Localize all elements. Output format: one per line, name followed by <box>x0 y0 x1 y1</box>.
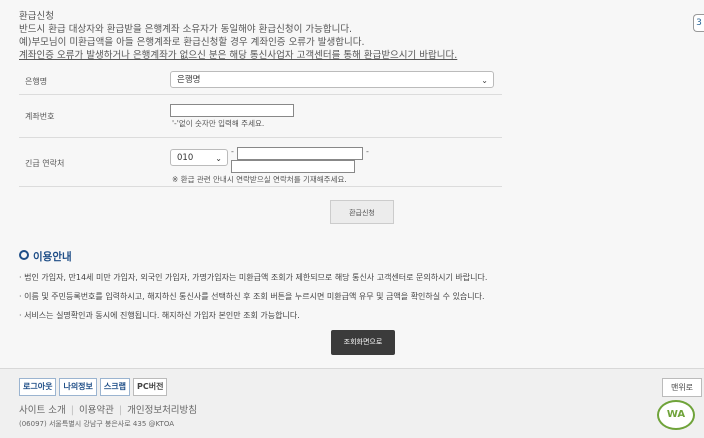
back-to-top-button[interactable]: 맨위로 <box>662 378 702 397</box>
chevron-down-icon: ⌄ <box>215 154 222 163</box>
logout-button[interactable]: 로그아웃 <box>19 378 57 396</box>
divider: | <box>118 405 123 416</box>
content-area: 환급신청 반드시 환급 대상자와 환급받을 은행계좌 소유자가 동일해야 환급신… <box>0 0 704 368</box>
intro-text: 환급신청 반드시 환급 대상자와 환급받을 은행계좌 소유자가 동일해야 환급신… <box>19 10 457 62</box>
intro-line-2: 예)부모님이 미환급액을 아들 은행계좌로 환급신청할 경우 계좌인증 오류가 … <box>19 37 365 48</box>
site-intro-link[interactable]: 사이트 소개 <box>19 405 66 416</box>
terms-link[interactable]: 이용약관 <box>79 405 114 416</box>
phone-prefix-select[interactable]: 010 ⌄ <box>170 149 228 166</box>
intro-title: 환급신청 <box>19 11 54 22</box>
contact-label: 긴급 연락처 <box>25 159 65 168</box>
footer-links: 사이트 소개 | 이용약관 | 개인정보처리방침 <box>19 402 197 416</box>
account-row: 계좌번호 '-'없이 숫자만 입력해 주세요. <box>19 95 502 138</box>
phone-middle-input[interactable] <box>237 147 363 160</box>
divider: | <box>70 405 74 416</box>
account-note: '-'없이 숫자만 입력해 주세요. <box>172 119 265 128</box>
guide-item-1: · 법인 가입자, 만14세 미만 가입자, 외국인 가입자, 가명가입자는 미… <box>19 273 488 282</box>
pc-version-button[interactable]: PC버전 <box>133 378 168 396</box>
footer: 로그아웃 나의정보 스크랩 PC버전 맨위로 사이트 소개 | 이용약관 | 개인정보처… <box>0 368 704 438</box>
wa-certification-logo: WA <box>657 400 695 430</box>
scrap-button[interactable]: 스크랩 <box>99 378 130 396</box>
guide-item-3: · 서비스는 실명확인과 동시에 진행됩니다. 해지하신 가입자 본인만 조회 … <box>19 311 300 320</box>
refund-button[interactable]: 환급신청 <box>330 200 394 224</box>
phone-last-input[interactable] <box>231 160 355 173</box>
refund-form: 은행명 은행명 ⌄ 계좌번호 '-'없이 숫자만 입력해 주세요. 긴급 연락처… <box>19 67 502 187</box>
account-input[interactable] <box>170 104 294 117</box>
bank-select-value: 은행명 <box>177 75 201 85</box>
bank-select[interactable]: 은행명 ⌄ <box>170 71 494 88</box>
dash-2: - <box>366 147 369 156</box>
intro-line-1: 반드시 환급 대상자와 환급받을 은행계좌 소유자가 동일해야 환급신청이 가능… <box>19 24 353 35</box>
guide-item-2: · 이름 및 주민등록번호를 입력하시고, 해지하신 통신사를 선택하신 후 조… <box>19 292 485 301</box>
bank-label: 은행명 <box>25 77 48 86</box>
circle-bullet-icon <box>19 250 29 260</box>
guide-title: 이용안내 <box>19 249 72 264</box>
search-screen-button[interactable]: 조회화면으로 <box>331 330 395 355</box>
guide-title-text: 이용안내 <box>33 251 72 263</box>
chevron-down-icon: ⌄ <box>481 76 488 85</box>
dash-1: - <box>231 147 234 156</box>
phone-prefix-value: 010 <box>177 153 194 163</box>
privacy-link[interactable]: 개인정보처리방침 <box>127 405 197 416</box>
footer-address: (06097) 서울특별시 강남구 봉은사로 435 @KTOA <box>19 420 174 428</box>
footer-buttons: 로그아웃 나의정보 스크랩 PC버전 <box>19 378 168 396</box>
intro-line-3: 계좌인증 오류가 발생하거나 은행계좌가 없으신 분은 해당 통신사업자 고객센… <box>19 50 458 61</box>
myinfo-button[interactable]: 나의정보 <box>59 378 97 396</box>
side-tab-icon[interactable]: 3 <box>693 14 704 32</box>
contact-note: ※ 환급 관련 안내시 연락받으실 연락처를 기재해주세요. <box>172 175 347 184</box>
contact-row: 긴급 연락처 010 ⌄ - - ※ 환급 관련 안내시 연락받으실 연락처를 … <box>19 138 502 187</box>
account-label: 계좌번호 <box>25 112 55 121</box>
bank-row: 은행명 은행명 ⌄ <box>19 67 502 95</box>
